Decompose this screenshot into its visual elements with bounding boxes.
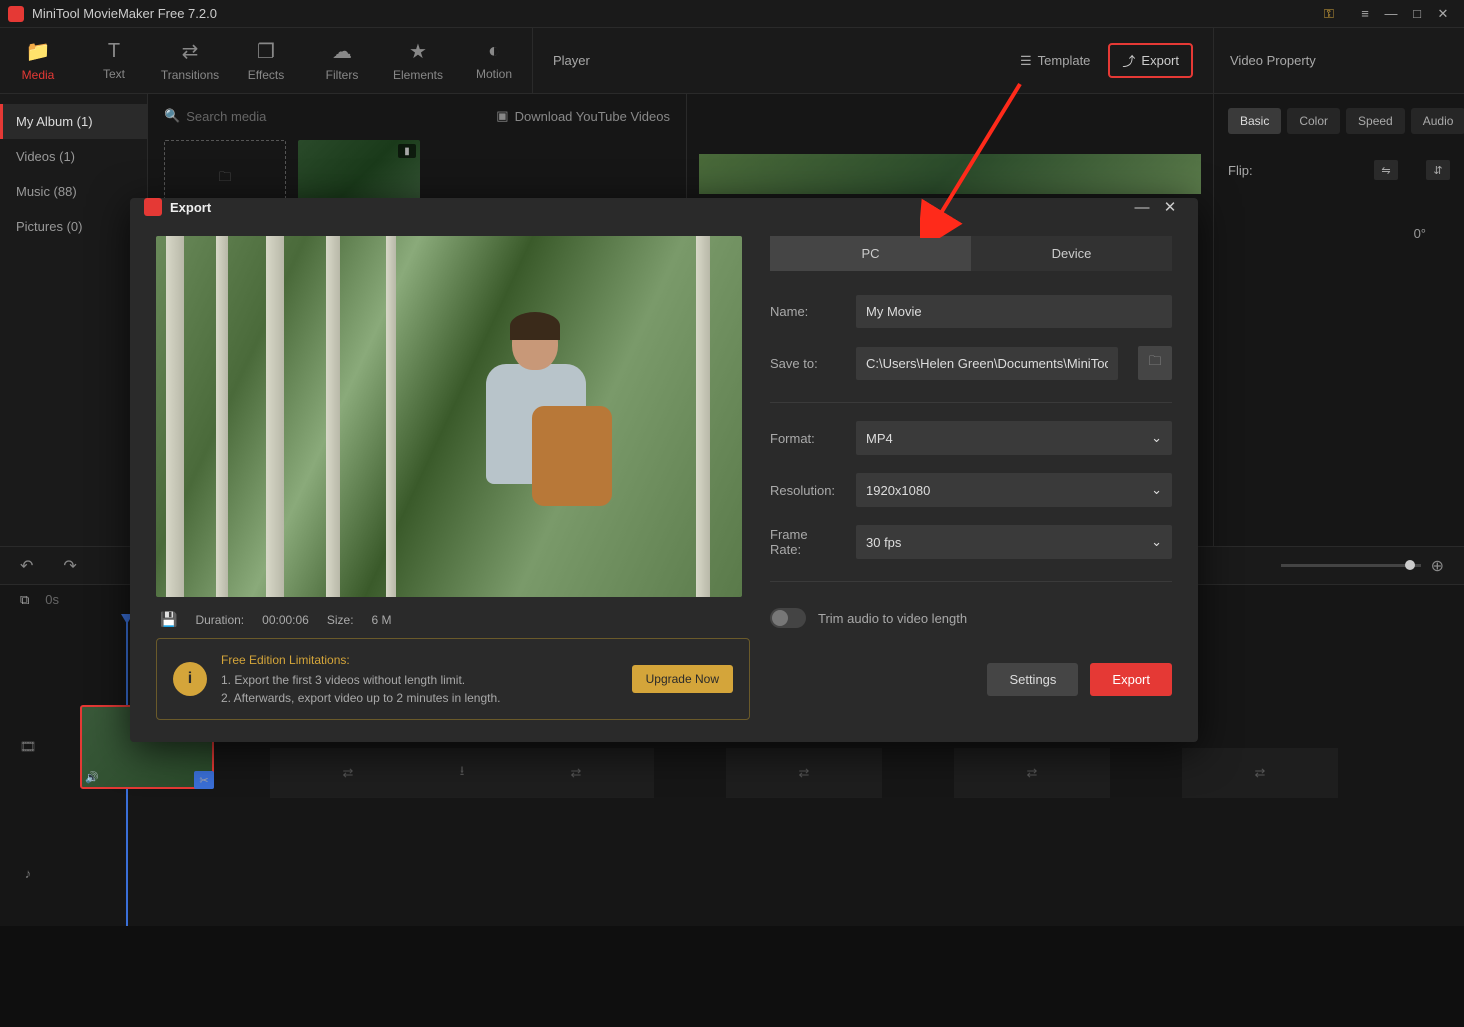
template-icon: ☰ — [1020, 53, 1032, 69]
filters-icon: ☁ — [332, 39, 352, 64]
maximize-button[interactable]: □ — [1404, 4, 1430, 24]
tool-motion[interactable]: ◐Motion — [456, 32, 532, 89]
redo-button[interactable]: ↷ — [63, 556, 76, 576]
duration-value: 00:00:06 — [262, 613, 309, 627]
motion-icon: ◐ — [488, 40, 500, 63]
framerate-select[interactable]: 30 fps ⌄ — [856, 525, 1172, 559]
chevron-down-icon: ⌄ — [1151, 482, 1162, 498]
settings-button[interactable]: Settings — [987, 663, 1078, 696]
folder-icon: 🗀 — [218, 168, 231, 190]
flip-vertical-button[interactable]: ⇵ — [1426, 160, 1450, 180]
media-icon: 📁 — [26, 39, 51, 64]
search-input[interactable]: 🔍 Search media — [164, 108, 266, 124]
trim-audio-toggle[interactable] — [770, 608, 806, 628]
sidebar-item[interactable]: My Album (1) — [0, 104, 147, 139]
template-button[interactable]: ☰ Template — [1020, 53, 1090, 69]
tool-media[interactable]: 📁Media — [0, 32, 76, 89]
dialog-minimize-button[interactable]: — — [1128, 199, 1156, 216]
prop-tab-basic[interactable]: Basic — [1228, 108, 1281, 134]
export-preview — [156, 236, 742, 597]
tool-transitions[interactable]: ⇄Transitions — [152, 32, 228, 89]
limitations-line1: 1. Export the first 3 videos without len… — [221, 671, 618, 689]
prop-tab-color[interactable]: Color — [1287, 108, 1340, 134]
player-preview — [699, 154, 1201, 194]
name-label: Name: — [770, 304, 842, 319]
trim-audio-label: Trim audio to video length — [818, 611, 967, 626]
tab-device[interactable]: Device — [971, 236, 1172, 271]
saveto-label: Save to: — [770, 356, 842, 371]
undo-button[interactable]: ↶ — [20, 556, 33, 576]
effects-icon: ❐ — [257, 39, 275, 64]
tool-elements[interactable]: ★Elements — [380, 32, 456, 89]
format-label: Format: — [770, 431, 842, 446]
tab-pc[interactable]: PC — [770, 236, 971, 271]
app-logo — [8, 6, 24, 22]
upgrade-button[interactable]: Upgrade Now — [632, 665, 733, 693]
drop-placeholder[interactable]: ⇄ — [954, 748, 1110, 798]
name-field[interactable] — [856, 295, 1172, 328]
scissors-icon[interactable]: ✂ — [194, 771, 214, 789]
duration-label: Duration: — [195, 613, 244, 627]
export-dialog: Export — ✕ 💾 Duration: — [130, 198, 1198, 742]
folder-icon: 🗀 — [1148, 352, 1161, 374]
rotation-value: 0° — [1228, 226, 1426, 241]
info-icon: i — [173, 662, 207, 696]
chevron-down-icon: ⌄ — [1151, 534, 1162, 550]
key-icon[interactable]: ⚿ — [1316, 4, 1342, 24]
audio-track-icon: ♪ — [16, 866, 40, 881]
video-track-icon: 🎞 — [16, 739, 40, 755]
limitations-header: Free Edition Limitations: — [221, 651, 618, 669]
export-confirm-button[interactable]: Export — [1090, 663, 1172, 696]
hamburger-icon[interactable]: ≡ — [1352, 4, 1378, 24]
chevron-down-icon: ⌄ — [1151, 430, 1162, 446]
drop-placeholder[interactable]: ⇄ — [726, 748, 882, 798]
sidebar-item[interactable]: Videos (1) — [0, 139, 147, 174]
prop-tab-audio[interactable]: Audio — [1411, 108, 1464, 134]
resolution-label: Resolution: — [770, 483, 842, 498]
browse-button[interactable]: 🗀 — [1138, 346, 1172, 380]
elements-icon: ★ — [409, 39, 427, 64]
upload-icon: ⤴ — [1122, 51, 1135, 70]
tool-effects[interactable]: ❐Effects — [228, 32, 304, 89]
sidebar-item[interactable]: Pictures (0) — [0, 209, 147, 244]
transitions-icon: ⇄ — [182, 39, 199, 64]
minimize-button[interactable]: — — [1378, 4, 1404, 24]
flip-label: Flip: — [1228, 163, 1253, 178]
add-track-button[interactable]: ⧉ — [20, 592, 29, 608]
drop-placeholder[interactable]: ⇄ — [498, 748, 654, 798]
prop-tab-speed[interactable]: Speed — [1346, 108, 1405, 134]
speaker-icon: 🔊 — [85, 771, 99, 784]
format-select[interactable]: MP4 ⌄ — [856, 421, 1172, 455]
tool-text[interactable]: TText — [76, 32, 152, 89]
download-youtube-button[interactable]: ▣ Download YouTube Videos — [496, 108, 670, 124]
size-label: Size: — [327, 613, 354, 627]
drop-placeholder[interactable]: ⇄ — [1182, 748, 1338, 798]
search-icon: 🔍 — [164, 108, 180, 124]
flip-horizontal-button[interactable]: ⇋ — [1374, 160, 1398, 180]
dialog-close-button[interactable]: ✕ — [1156, 198, 1184, 216]
disk-icon: 💾 — [160, 611, 177, 628]
sidebar-item[interactable]: Music (88) — [0, 174, 147, 209]
resolution-select[interactable]: 1920x1080 ⌄ — [856, 473, 1172, 507]
saveto-field[interactable] — [856, 347, 1118, 380]
app-title: MiniTool MovieMaker Free 7.2.0 — [32, 6, 1316, 21]
zoom-fit-button[interactable]: ⊕ — [1431, 556, 1444, 576]
export-button[interactable]: ⤴ Export — [1108, 43, 1193, 78]
zoom-slider[interactable] — [1281, 564, 1421, 567]
close-button[interactable]: ✕ — [1430, 4, 1456, 24]
size-value: 6 M — [372, 613, 392, 627]
limitations-notice: i Free Edition Limitations: 1. Export th… — [156, 638, 750, 720]
app-logo — [144, 198, 162, 216]
tool-filters[interactable]: ☁Filters — [304, 32, 380, 89]
framerate-label: Frame Rate: — [770, 527, 842, 557]
text-icon: T — [108, 40, 120, 63]
youtube-icon: ▣ — [496, 108, 508, 124]
video-badge-icon: ▮ — [398, 144, 416, 158]
limitations-line2: 2. Afterwards, export video up to 2 minu… — [221, 689, 618, 707]
player-label: Player — [553, 53, 590, 68]
dialog-title: Export — [170, 200, 1128, 215]
timecode: 0s — [45, 592, 59, 607]
video-property-title: Video Property — [1230, 53, 1316, 68]
